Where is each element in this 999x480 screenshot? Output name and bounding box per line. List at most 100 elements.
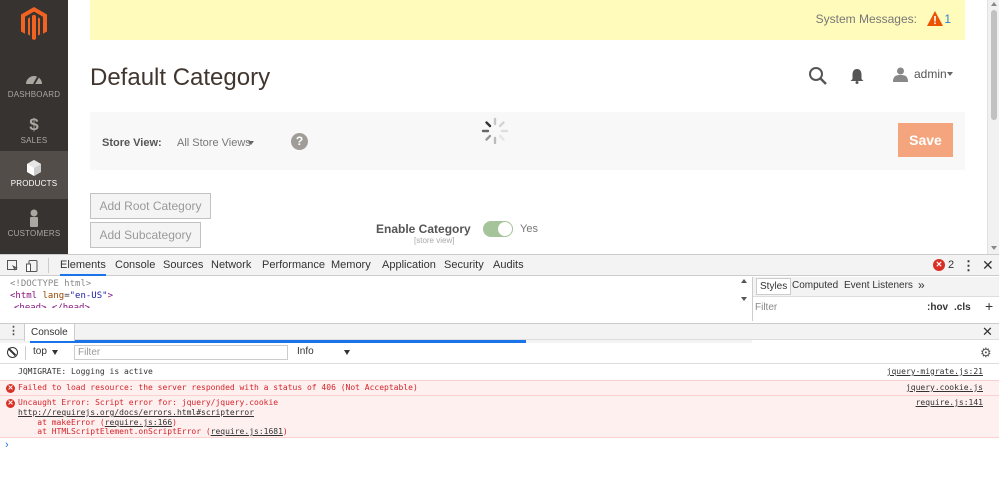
scroll-up-icon[interactable]	[991, 2, 997, 6]
search-icon[interactable]	[808, 66, 828, 86]
close-icon[interactable]: ✕	[982, 324, 993, 340]
tab-network[interactable]: Network	[211, 255, 251, 276]
cls-toggle[interactable]: .cls	[954, 302, 971, 313]
source-link[interactable]: jquery-migrate.js:21	[887, 367, 983, 376]
enable-category-toggle[interactable]	[483, 221, 513, 237]
system-messages-label: System Messages:	[815, 12, 917, 26]
help-icon[interactable]: ?	[291, 133, 308, 150]
context-selector[interactable]: top	[33, 346, 47, 357]
head-node[interactable]: <head>…</head>	[14, 303, 90, 308]
divider	[25, 346, 26, 360]
menu-item-customers[interactable]: CUSTOMERS	[0, 201, 68, 249]
stack-frame-link[interactable]: require.js:166	[105, 418, 172, 427]
tab-memory[interactable]: Memory	[331, 255, 371, 276]
user-icon	[893, 67, 908, 82]
clear-console-icon[interactable]	[7, 347, 18, 358]
console-filter-input[interactable]: Filter	[74, 345, 288, 360]
console-toolbar: top Filter Info ⚙	[0, 342, 999, 364]
menu-label: CUSTOMERS	[7, 229, 61, 238]
error-icon[interactable]: ✕	[933, 259, 945, 271]
tab-computed[interactable]: Computed	[792, 280, 838, 291]
system-messages-count[interactable]: 1	[944, 12, 951, 26]
menu-item-products[interactable]: PRODUCTS	[0, 151, 68, 199]
html-node[interactable]: <html lang="en-US">	[10, 291, 113, 301]
close-icon[interactable]: ✕	[982, 257, 994, 274]
more-options-icon[interactable]: ⋮	[962, 258, 975, 274]
admin-user-menu[interactable]: admin	[914, 67, 947, 81]
stack-frame: at HTMLScriptElement.onScriptError (requ…	[18, 427, 288, 436]
tab-security[interactable]: Security	[444, 255, 484, 276]
tab-performance[interactable]: Performance	[262, 255, 325, 276]
more-tabs-icon[interactable]: »	[918, 278, 925, 292]
chevron-down-icon[interactable]	[344, 350, 350, 355]
console-message-error: ✕ Uncaught Error: Script error for: jque…	[0, 395, 999, 438]
styles-pane: Styles Computed Event Listeners » Filter…	[752, 277, 999, 321]
scroll-down-icon[interactable]	[991, 246, 997, 250]
inspect-element-icon[interactable]	[7, 260, 19, 272]
devtools-panel: Elements Console Sources Network Perform…	[0, 254, 999, 480]
error-docs-link[interactable]: http://requirejs.org/docs/errors.html#sc…	[18, 408, 254, 417]
tab-elements[interactable]: Elements	[60, 255, 106, 276]
lang-value: "en-US"	[69, 291, 108, 301]
magento-logo-icon[interactable]	[20, 6, 48, 40]
hov-toggle[interactable]: :hov	[927, 302, 948, 313]
stack-frame-link[interactable]: require.js:1681	[211, 427, 283, 436]
save-button[interactable]: Save	[898, 123, 953, 157]
styles-filter-input[interactable]: Filter	[755, 302, 777, 313]
menu-item-sales[interactable]: $ SALES	[0, 108, 68, 156]
menu-item-dashboard[interactable]: DASHBOARD	[0, 62, 68, 110]
tab-application[interactable]: Application	[382, 255, 436, 276]
scrollbar-thumb[interactable]	[991, 10, 997, 120]
elements-scroll-arrows[interactable]	[738, 277, 750, 309]
add-root-category-button[interactable]: Add Root Category	[90, 193, 211, 219]
dashboard-icon	[0, 68, 68, 90]
html-tag: <html	[10, 291, 38, 301]
new-style-rule-icon[interactable]: +	[985, 298, 993, 314]
tab-event-listeners[interactable]: Event Listeners	[844, 280, 913, 291]
source-link[interactable]: require.js:141	[916, 398, 983, 407]
source-link[interactable]: jquery.cookie.js	[906, 383, 983, 392]
error-icon: ✕	[6, 384, 15, 393]
store-view-switcher[interactable]: All Store Views	[177, 137, 251, 149]
console-message-text: JQMIGRATE: Logging is active	[18, 367, 153, 376]
enable-category-label: Enable Category	[376, 222, 471, 236]
drawer-tabbar: ⋮ Console ✕	[0, 323, 999, 341]
log-level-selector[interactable]: Info	[297, 346, 314, 357]
system-messages-bar[interactable]: System Messages: 1	[90, 0, 965, 40]
page-scrollbar[interactable]	[987, 0, 999, 254]
tab-sources[interactable]: Sources	[163, 255, 203, 276]
menu-label: SALES	[20, 136, 48, 145]
loading-spinner-icon	[481, 117, 509, 145]
stack-frame: at makeError (require.js:166)	[18, 418, 177, 427]
gear-icon[interactable]: ⚙	[980, 345, 992, 361]
console-message-text: Uncaught Error: Script error for: jquery…	[18, 398, 279, 407]
add-subcategory-button[interactable]: Add Subcategory	[90, 222, 201, 248]
admin-menu: DASHBOARD $ SALES PRODUCTS CUSTOMERS	[0, 0, 68, 254]
console-message-error: ✕ Failed to load resource: the server re…	[0, 380, 999, 395]
chevron-down-icon[interactable]	[248, 141, 254, 145]
warning-icon	[927, 11, 943, 26]
error-count[interactable]: 2	[948, 259, 954, 271]
dollar-icon: $	[29, 115, 39, 134]
tab-audits[interactable]: Audits	[493, 255, 524, 276]
drawer-tab-console[interactable]: Console	[24, 324, 75, 341]
elements-tree: <!DOCTYPE html> <html lang="en-US"> <hea…	[0, 277, 752, 343]
device-toolbar-icon[interactable]	[26, 260, 38, 272]
lang-attribute: lang	[42, 291, 65, 301]
doctype-node[interactable]: <!DOCTYPE html>	[10, 279, 91, 289]
drawer-menu-icon[interactable]: ⋮	[8, 324, 19, 337]
enable-category-value: Yes	[520, 223, 538, 235]
console-prompt-icon[interactable]: ›	[5, 439, 9, 451]
person-icon	[0, 207, 68, 229]
styles-tabbar: Styles Computed Event Listeners »	[753, 277, 999, 297]
magento-admin-page: DASHBOARD $ SALES PRODUCTS CUSTOMERS Sys…	[0, 0, 999, 254]
store-view-label: Store View:	[102, 137, 162, 149]
page-actions-bar: Store View: All Store Views ? Save	[90, 112, 965, 170]
notifications-bell-icon[interactable]	[850, 68, 864, 84]
tab-console[interactable]: Console	[115, 255, 155, 276]
tab-styles[interactable]: Styles	[756, 278, 792, 295]
devtools-tabbar: Elements Console Sources Network Perform…	[0, 255, 999, 276]
chevron-down-icon[interactable]	[947, 72, 953, 76]
page-title: Default Category	[90, 64, 271, 91]
chevron-down-icon[interactable]	[52, 350, 58, 355]
